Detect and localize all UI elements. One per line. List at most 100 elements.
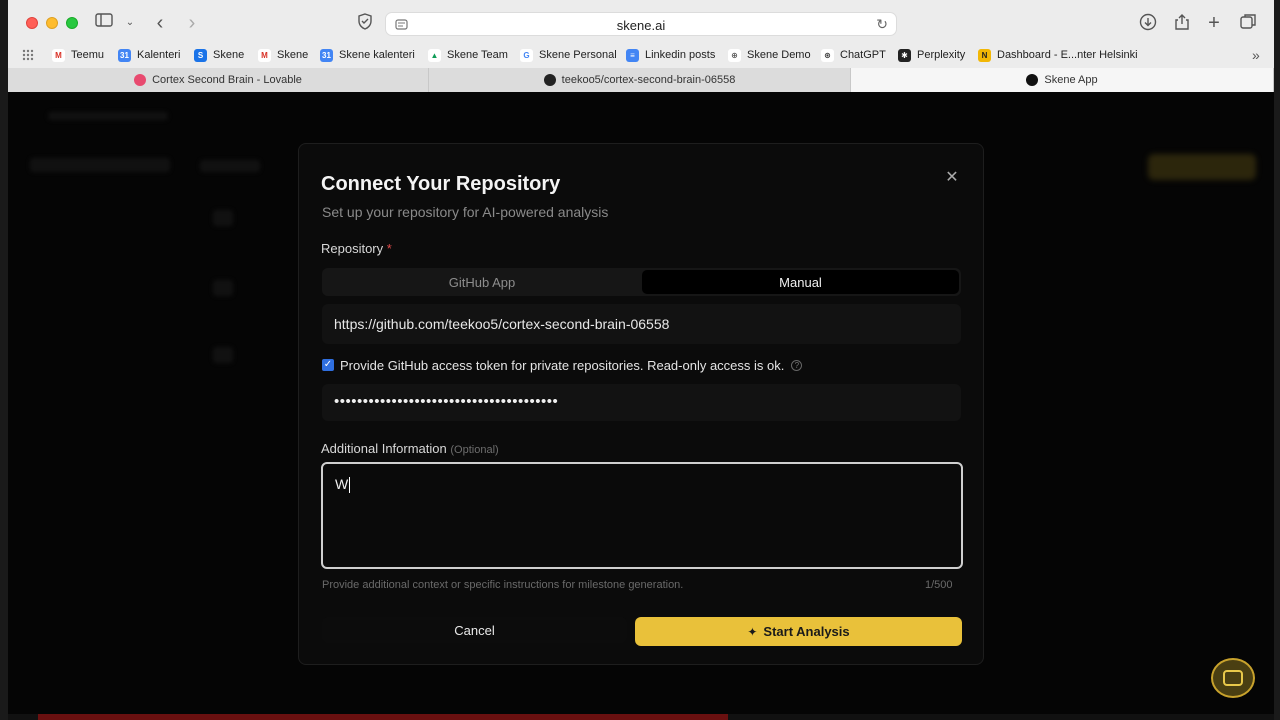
additional-info-text: W	[335, 476, 349, 492]
blurred-row-icon	[213, 210, 233, 226]
tab-bar: Cortex Second Brain - Lovable teekoo5/co…	[8, 68, 1274, 92]
browser-chrome: ⌄ ‹ › skene.ai ↻ + M Teemu 31 Kalenteri …	[8, 0, 1274, 92]
optional-label: (Optional)	[450, 444, 499, 456]
apps-grid-icon[interactable]	[22, 47, 34, 63]
token-checkbox-label: Provide GitHub access token for private …	[340, 357, 785, 373]
tab-label: teekoo5/cortex-second-brain-06558	[561, 74, 736, 86]
help-icon[interactable]: ?	[791, 359, 803, 371]
globe-icon: ⊕	[728, 48, 741, 62]
chevron-down-icon[interactable]: ⌄	[120, 13, 140, 33]
bookmark-label: ChatGPT	[840, 49, 886, 61]
bookmark-item[interactable]: N Dashboard - E...nter Helsinki	[978, 47, 1138, 63]
tab-overview-icon[interactable]	[1238, 13, 1258, 33]
tab-label: Skene App	[1044, 74, 1098, 86]
reload-icon[interactable]: ↻	[876, 16, 888, 33]
bookmark-item[interactable]: M Teemu	[52, 47, 104, 63]
sidebar-toggle-icon[interactable]	[94, 13, 114, 33]
shield-icon[interactable]	[355, 13, 375, 33]
github-app-segment[interactable]: GitHub App	[324, 270, 640, 294]
drive-icon: ▲	[428, 48, 441, 62]
bookmark-label: Perplexity	[917, 49, 966, 61]
close-icon[interactable]: ✕	[942, 168, 962, 188]
connect-repository-modal: Connect Your Repository Set up your repo…	[298, 143, 984, 665]
manual-segment[interactable]: Manual	[642, 270, 959, 294]
bookmark-item[interactable]: ⊛ ChatGPT	[821, 47, 886, 63]
repository-label: Repository *	[321, 241, 392, 256]
bookmark-label: Skene Team	[447, 49, 508, 61]
blurred-row-icon	[213, 280, 233, 296]
sparkle-icon: ✦	[747, 624, 758, 639]
text-caret	[349, 477, 351, 494]
bookmark-item[interactable]: S Skene	[194, 47, 244, 63]
start-analysis-label: Start Analysis	[763, 624, 850, 639]
bookmark-item[interactable]: M Skene	[258, 47, 308, 63]
cancel-button[interactable]: Cancel	[322, 617, 627, 643]
maximize-window-button[interactable]	[66, 17, 78, 29]
bookmark-label: Dashboard - E...nter Helsinki	[997, 49, 1138, 61]
bookmark-item[interactable]: 31 Kalenteri	[118, 47, 180, 63]
chat-icon	[1223, 670, 1243, 686]
additional-info-hint: Provide additional context or specific i…	[322, 579, 684, 591]
download-icon[interactable]	[1138, 13, 1158, 33]
back-icon[interactable]: ‹	[150, 13, 170, 33]
required-mark: *	[386, 241, 392, 256]
app-page-background: Connect Your Repository Set up your repo…	[8, 92, 1274, 720]
start-analysis-button[interactable]: ✦ Start Analysis	[635, 617, 962, 646]
more-bookmarks-icon[interactable]: »	[1252, 47, 1260, 63]
character-counter: 1/500	[925, 579, 953, 591]
access-token-input[interactable]: •••••••••••••••••••••••••••••••••••••••	[322, 384, 961, 421]
browser-window: ⌄ ‹ › skene.ai ↻ + M Teemu 31 Kalenteri …	[8, 0, 1274, 720]
chat-widget-button[interactable]	[1211, 658, 1255, 698]
tab-label: Cortex Second Brain - Lovable	[152, 74, 302, 86]
openai-icon: ⊛	[821, 48, 834, 62]
modal-title: Connect Your Repository	[321, 173, 561, 195]
close-window-button[interactable]	[26, 17, 38, 29]
github-icon	[543, 74, 556, 86]
bottom-progress-strip	[38, 714, 728, 720]
bookmark-label: Skene Demo	[747, 49, 811, 61]
repo-url-value: https://github.com/teekoo5/cortex-second…	[334, 316, 670, 332]
additional-info-label: Additional Information (Optional)	[321, 441, 499, 456]
bookmark-item[interactable]: ▲ Skene Team	[428, 47, 508, 63]
gmail-icon: M	[52, 48, 65, 62]
bookmark-item[interactable]: ✱ Perplexity	[898, 47, 965, 63]
skene-logo-icon	[1026, 74, 1039, 86]
bookmark-label: Linkedin posts	[645, 49, 716, 61]
bookmark-label: Kalenteri	[137, 49, 181, 61]
access-token-value: •••••••••••••••••••••••••••••••••••••••	[334, 393, 559, 410]
blurred-tab	[200, 160, 260, 172]
calendar-icon: 31	[320, 48, 333, 62]
lovable-heart-icon	[134, 74, 147, 86]
bookmark-item[interactable]: ≡ Linkedin posts	[626, 47, 715, 63]
tab-skene-app[interactable]: Skene App	[851, 68, 1274, 92]
tab-lovable[interactable]: Cortex Second Brain - Lovable	[8, 68, 429, 92]
modal-subtitle: Set up your repository for AI-powered an…	[322, 204, 609, 220]
bookmarks-bar: M Teemu 31 Kalenteri S Skene M Skene 31 Skene…	[8, 44, 1274, 66]
blurred-primary-button	[1148, 154, 1256, 180]
url-text: skene.ai	[616, 18, 666, 33]
tab-github[interactable]: teekoo5/cortex-second-brain-06558	[429, 68, 851, 92]
perplexity-icon: ✱	[898, 48, 911, 62]
bookmark-label: Skene	[277, 49, 309, 61]
bookmark-item[interactable]: G Skene Personal	[520, 47, 617, 63]
cloud-icon: S	[194, 48, 207, 62]
bookmark-label: Skene Personal	[539, 49, 617, 61]
additional-info-value: W	[335, 476, 351, 494]
gmail-icon: M	[258, 48, 271, 62]
additional-info-textarea[interactable]: W	[321, 462, 963, 569]
repository-label-text: Repository	[321, 241, 384, 256]
token-checkbox-row: ✓ Provide GitHub access token for privat…	[322, 357, 803, 373]
token-checkbox[interactable]: ✓	[322, 359, 334, 371]
forward-icon[interactable]: ›	[182, 13, 202, 33]
new-tab-icon[interactable]: +	[1204, 13, 1224, 33]
bookmark-label: Skene kalenteri	[339, 49, 415, 61]
minimize-window-button[interactable]	[46, 17, 58, 29]
bookmark-item[interactable]: ⊕ Skene Demo	[728, 47, 811, 63]
additional-info-label-text: Additional Information	[321, 441, 447, 456]
repo-url-input[interactable]: https://github.com/teekoo5/cortex-second…	[322, 304, 961, 344]
address-bar[interactable]: skene.ai ↻	[385, 12, 897, 36]
bookmark-item[interactable]: 31 Skene kalenteri	[320, 47, 415, 63]
browser-toolbar: ⌄ ‹ › skene.ai ↻ +	[8, 0, 1274, 44]
google-icon: G	[520, 48, 533, 62]
share-icon[interactable]	[1172, 13, 1192, 33]
